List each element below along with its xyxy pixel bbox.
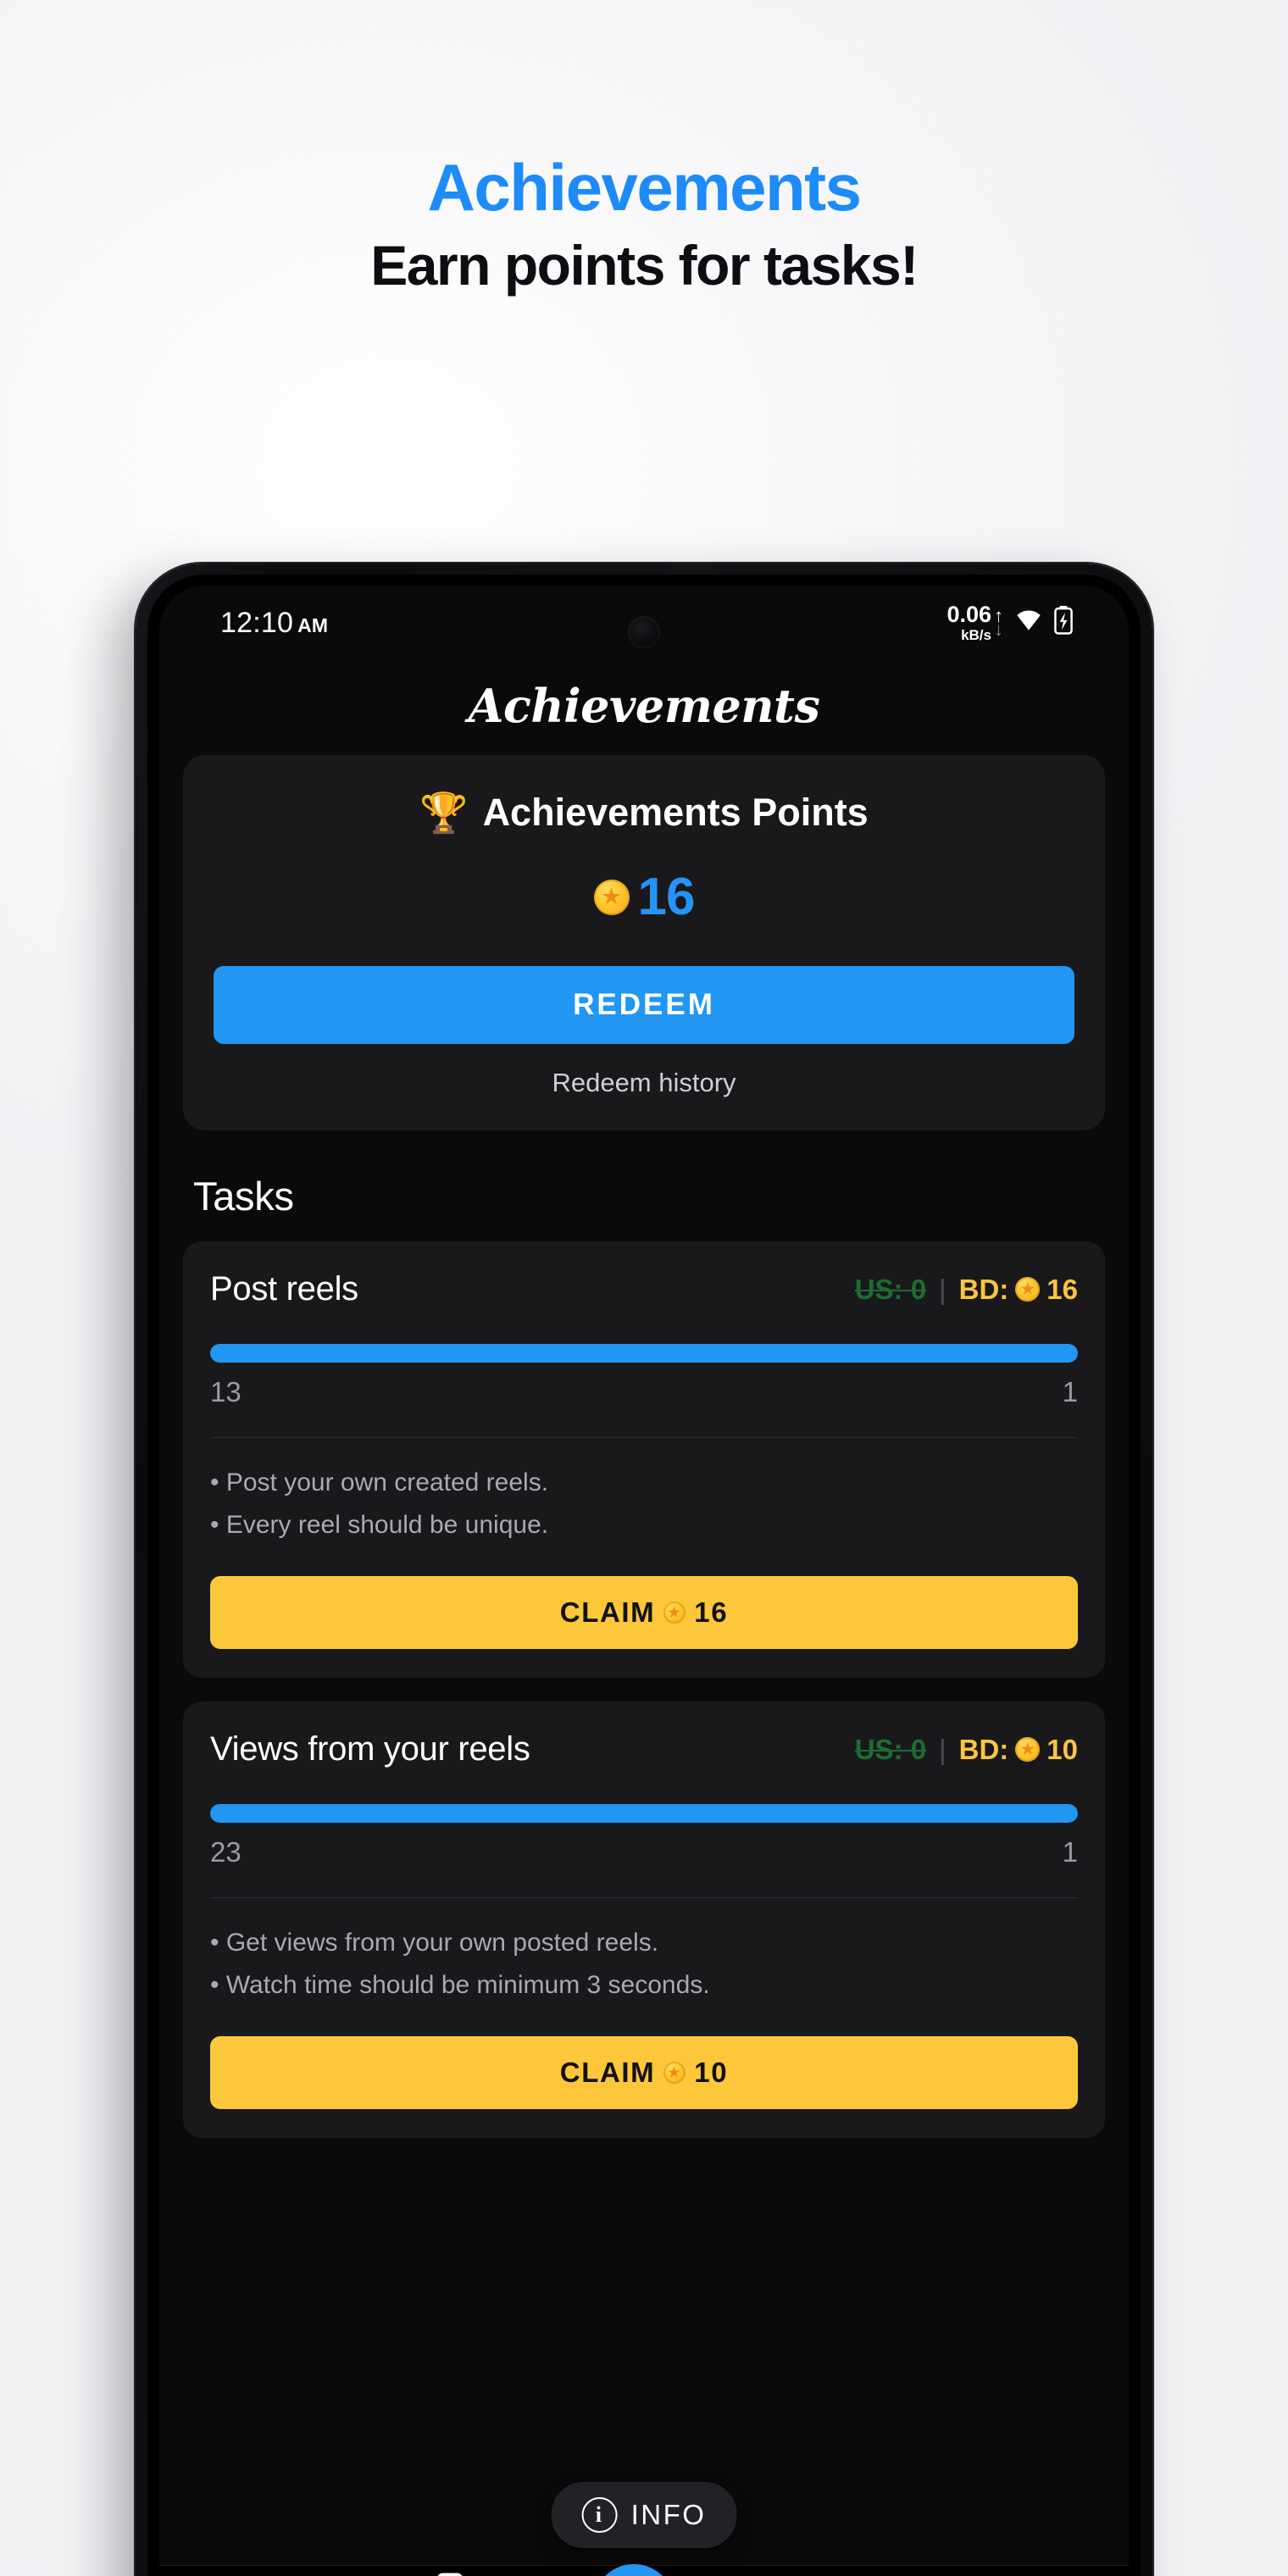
- task-progress: 13 1: [210, 1344, 1078, 1408]
- status-bar: 12:10 AM 0.06 kB/s ↑ ↓: [159, 586, 1129, 660]
- promo-title: Achievements: [427, 150, 862, 225]
- phone-power-button[interactable]: [136, 1000, 138, 1195]
- task-progress: 23 1: [210, 1804, 1078, 1868]
- task-title: Post reels: [210, 1270, 358, 1307]
- coin-star-icon: [1015, 1737, 1041, 1762]
- progress-fill: [210, 1344, 1078, 1363]
- task-rewards: US: 0 | BD: 10: [855, 1734, 1078, 1766]
- claim-button[interactable]: CLAIM 16: [210, 1576, 1078, 1649]
- coin-star-icon: [1015, 1277, 1041, 1302]
- task-card[interactable]: Post reels US: 0 | BD: 16 13 1: [183, 1241, 1105, 1678]
- phone-mockup: 12:10 AM 0.06 kB/s ↑ ↓ Achievements 🏆 Ac…: [136, 564, 1152, 2576]
- info-button-label: INFO: [630, 2499, 707, 2530]
- points-value: 16: [637, 868, 696, 926]
- reward-bd: BD: 10: [959, 1734, 1078, 1766]
- claim-value: 10: [694, 2057, 729, 2088]
- progress-right-value: 1: [1062, 1376, 1078, 1407]
- points-value-row: 16: [214, 867, 1074, 927]
- nav-item-home[interactable]: [205, 2573, 307, 2576]
- points-card-heading: 🏆 Achievements Points: [214, 791, 1074, 835]
- progress-fill: [210, 1804, 1078, 1823]
- points-card-heading-label: Achievements Points: [482, 791, 869, 834]
- task-bullet: • Watch time should be minimum 3 seconds…: [210, 1970, 710, 1999]
- home-icon: [239, 2573, 273, 2576]
- info-button[interactable]: i INFO: [551, 2482, 737, 2548]
- coin-star-icon: [593, 879, 630, 915]
- network-rate-unit: kB/s: [961, 627, 991, 643]
- sparkle-icon: [845, 2575, 847, 2576]
- trophy-icon: 🏆: [419, 791, 469, 835]
- status-icons: 0.06 kB/s ↑ ↓: [947, 603, 1073, 642]
- network-rate-value: 0.06: [947, 602, 991, 627]
- status-time: 12:10 AM: [220, 607, 328, 640]
- task-bullets: • Post your own created reels. • Every r…: [210, 1462, 1078, 1546]
- redeem-button[interactable]: REDEEM: [214, 966, 1074, 1044]
- task-card[interactable]: Views from your reels US: 0 | BD: 10 23: [183, 1702, 1105, 2138]
- progress-left-value: 13: [210, 1376, 242, 1407]
- task-card-header: Post reels US: 0 | BD: 16: [210, 1270, 1078, 1308]
- phone-volume-button[interactable]: [136, 775, 138, 902]
- task-divider: [210, 1437, 1078, 1438]
- task-divider: [210, 1897, 1078, 1898]
- coin-star-icon: [663, 1602, 686, 1624]
- progress-track: [210, 1804, 1078, 1823]
- promo-subtitle: Earn points for tasks!: [370, 233, 919, 297]
- claim-value: 16: [694, 1596, 729, 1628]
- claim-label: CLAIM: [559, 2057, 656, 2088]
- promo-header: Achievements Earn points for tasks!: [0, 153, 1288, 296]
- claim-label: CLAIM: [559, 1596, 656, 1628]
- reward-bd: BD: 16: [959, 1274, 1078, 1306]
- app-title: Achievements: [468, 679, 820, 733]
- info-circle-icon: i: [581, 2497, 618, 2533]
- reels-icon: [437, 2573, 463, 2576]
- task-bullets: • Get views from your own posted reels. …: [210, 1922, 1078, 2006]
- progress-right-value: 1: [1062, 1836, 1078, 1868]
- network-arrows-icon: ↑ ↓: [994, 607, 1003, 640]
- battery-charging-icon: [1054, 606, 1073, 640]
- progress-numbers: 23 1: [210, 1836, 1078, 1868]
- task-card-header: Views from your reels US: 0 | BD: 10: [210, 1730, 1078, 1768]
- phone-screen: 12:10 AM 0.06 kB/s ↑ ↓ Achievements 🏆 Ac…: [159, 586, 1129, 2576]
- claim-button[interactable]: CLAIM 10: [210, 2036, 1078, 2109]
- reward-bd-value: 10: [1046, 1733, 1078, 1765]
- reward-bd-value: 16: [1046, 1273, 1078, 1305]
- task-bullet: • Get views from your own posted reels.: [210, 1929, 659, 1957]
- reward-separator: |: [939, 1733, 947, 1765]
- status-time-ampm: AM: [297, 613, 329, 636]
- nav-item-reels[interactable]: [399, 2573, 501, 2576]
- download-arrow-icon: ↓: [994, 619, 1003, 640]
- progress-numbers: 13 1: [210, 1376, 1078, 1408]
- reward-bd-prefix: BD:: [958, 1273, 1009, 1305]
- reward-separator: |: [939, 1273, 947, 1305]
- create-fab-button[interactable]: [592, 2564, 675, 2576]
- front-camera-punch-hole: [628, 616, 660, 648]
- achievements-points-card: 🏆 Achievements Points 16 REDEEM Redeem h…: [183, 755, 1105, 1130]
- task-rewards: US: 0 | BD: 16: [855, 1274, 1078, 1306]
- reward-us: US: 0: [854, 1733, 927, 1765]
- nav-item-profile[interactable]: [981, 2573, 1083, 2576]
- nav-item-create[interactable]: [592, 2564, 695, 2576]
- tasks-heading: Tasks: [193, 1174, 294, 1219]
- coin-star-icon: [663, 2062, 686, 2084]
- profile-icon: [1015, 2573, 1049, 2576]
- network-speed-indicator: 0.06 kB/s ↑ ↓: [947, 602, 1003, 643]
- progress-track: [210, 1344, 1078, 1363]
- task-title: Views from your reels: [210, 1730, 530, 1768]
- bottom-navigation: [159, 2564, 1129, 2576]
- progress-left-value: 23: [210, 1836, 242, 1868]
- reward-us: US: 0: [854, 1273, 927, 1305]
- nav-item-ai[interactable]: [787, 2573, 889, 2576]
- task-bullet: • Post your own created reels.: [210, 1468, 549, 1496]
- reward-bd-prefix: BD:: [958, 1733, 1009, 1765]
- status-time-value: 12:10: [220, 606, 294, 639]
- task-bullet: • Every reel should be unique.: [210, 1510, 549, 1539]
- redeem-history-link[interactable]: Redeem history: [214, 1068, 1074, 1098]
- wifi-icon: [1014, 609, 1043, 636]
